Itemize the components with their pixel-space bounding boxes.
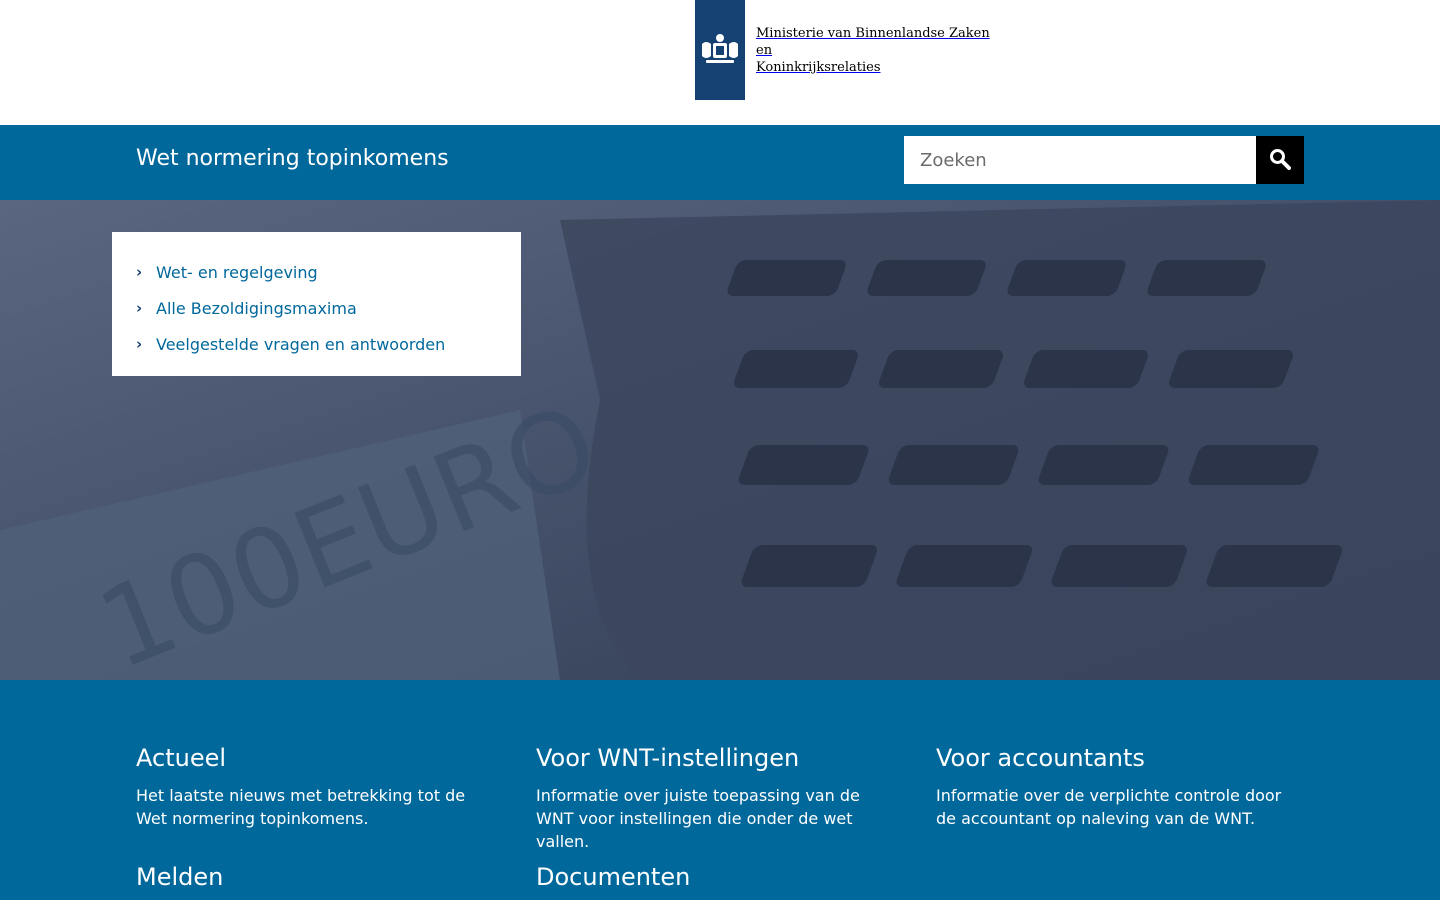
- ministry-logo-link[interactable]: Ministerie van Binnenlandse Zaken en Kon…: [695, 0, 1006, 100]
- block-text: Het laatste nieuws met betrekking tot de…: [136, 786, 466, 828]
- block-text: Informatie over juiste toepassing van de…: [536, 786, 860, 851]
- block-title[interactable]: Actueel: [136, 744, 496, 772]
- block-documenten[interactable]: Documenten: [536, 863, 896, 900]
- block-text: Informatie over de verplichte controle d…: [936, 786, 1282, 828]
- search-icon: [1269, 148, 1291, 173]
- block-title[interactable]: Voor WNT-instellingen: [536, 744, 896, 772]
- block-title[interactable]: Voor accountants: [936, 744, 1296, 772]
- search-button[interactable]: [1256, 136, 1304, 184]
- chevron-right-icon: ›: [136, 335, 143, 353]
- block-title[interactable]: Documenten: [536, 863, 896, 891]
- hero-banner: 100EURO › Wet- en regelgeving › Alle Bez…: [0, 200, 1440, 680]
- quick-link-wet-en-regelgeving[interactable]: Wet- en regelgeving: [156, 263, 318, 282]
- quick-links-panel: › Wet- en regelgeving › Alle Bezoldiging…: [112, 232, 521, 376]
- search-input[interactable]: [904, 136, 1256, 184]
- site-title[interactable]: Wet normering topinkomens: [136, 146, 449, 171]
- block-accountants[interactable]: Voor accountants Informatie over de verp…: [936, 744, 1296, 830]
- coat-of-arms-icon: [695, 0, 745, 100]
- chevron-right-icon: ›: [136, 263, 143, 281]
- quick-link-item: › Veelgestelde vragen en antwoorden: [136, 326, 497, 362]
- title-bar: Wet normering topinkomens: [0, 125, 1440, 200]
- ministry-name-line2: Koninkrijksrelaties: [756, 59, 881, 75]
- block-melden[interactable]: Melden: [136, 863, 496, 900]
- block-wnt-instellingen[interactable]: Voor WNT-instellingen Informatie over ju…: [536, 744, 896, 853]
- ministry-name-line1: Ministerie van Binnenlandse Zaken en: [756, 25, 990, 58]
- chevron-right-icon: ›: [136, 299, 143, 317]
- quick-link-bezoldigingsmaxima[interactable]: Alle Bezoldigingsmaxima: [156, 299, 357, 318]
- quick-link-faq[interactable]: Veelgestelde vragen en antwoorden: [156, 335, 445, 354]
- site-header: Ministerie van Binnenlandse Zaken en Kon…: [0, 0, 1440, 125]
- search-form: [904, 136, 1304, 184]
- quick-link-item: › Wet- en regelgeving: [136, 254, 497, 290]
- block-actueel[interactable]: Actueel Het laatste nieuws met betrekkin…: [136, 744, 496, 830]
- topic-blocks: Actueel Het laatste nieuws met betrekkin…: [0, 680, 1440, 900]
- quick-link-item: › Alle Bezoldigingsmaxima: [136, 290, 497, 326]
- block-title[interactable]: Melden: [136, 863, 496, 891]
- ministry-name: Ministerie van Binnenlandse Zaken en Kon…: [756, 25, 1006, 76]
